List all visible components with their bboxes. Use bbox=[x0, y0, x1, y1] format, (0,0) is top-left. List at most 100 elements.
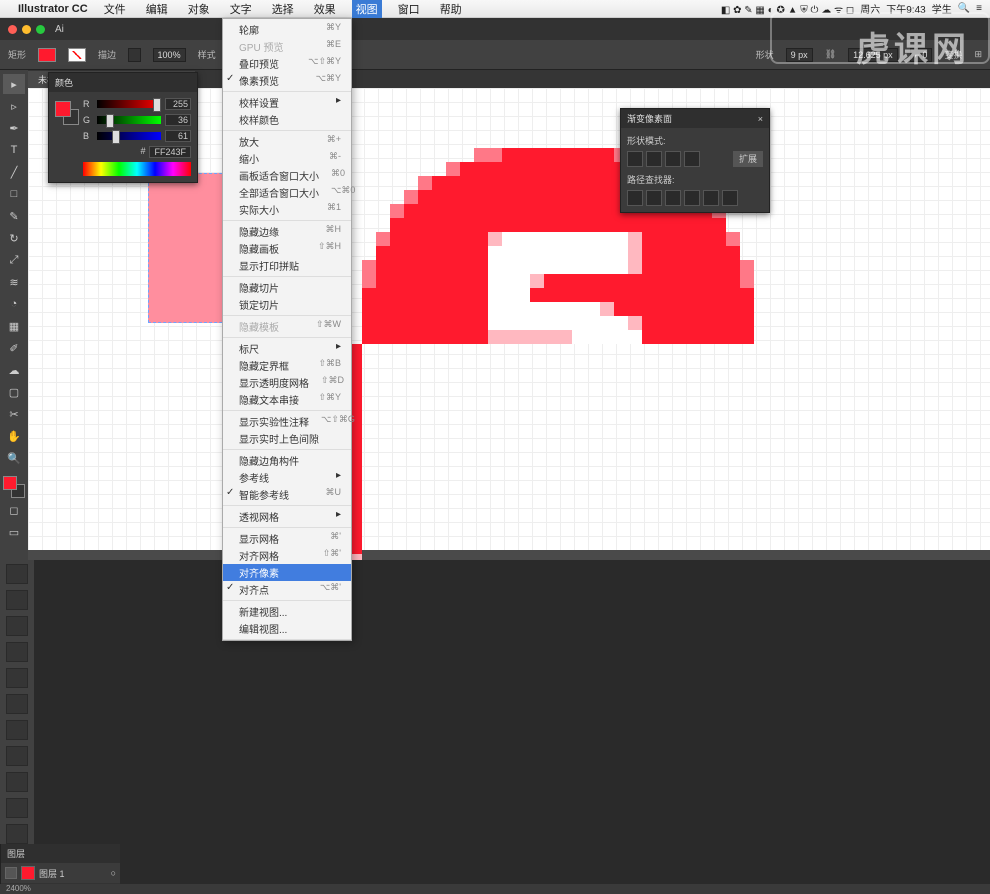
selection-tool[interactable]: ▸ bbox=[3, 74, 25, 94]
expand-button[interactable]: 扩展 bbox=[733, 151, 763, 167]
fill-swatch[interactable] bbox=[38, 48, 56, 62]
layer-row[interactable]: 图层 1 ○ bbox=[1, 863, 120, 884]
b-slider[interactable] bbox=[97, 132, 161, 140]
screen-mode-icon[interactable]: ▭ bbox=[3, 522, 25, 542]
draw-mode-icon[interactable]: ◻ bbox=[3, 500, 25, 520]
zoom-button[interactable] bbox=[36, 25, 45, 34]
menu-item[interactable]: 校样颜色 bbox=[223, 111, 351, 128]
zoom-level[interactable]: 2400% bbox=[6, 884, 31, 893]
link-icon[interactable]: ⛓ bbox=[825, 49, 836, 60]
intersect-icon[interactable] bbox=[665, 151, 681, 167]
menu-help[interactable]: 帮助 bbox=[436, 0, 466, 18]
color-panel[interactable]: 颜色 R255 G36 B61 #FF243F bbox=[48, 72, 198, 183]
menu-icon[interactable]: ≡ bbox=[976, 3, 982, 14]
r-slider[interactable] bbox=[97, 100, 161, 108]
rotate-tool[interactable]: ↻ bbox=[3, 228, 25, 248]
menu-item[interactable]: 智能参考线⌘U bbox=[223, 486, 351, 503]
menu-edit[interactable]: 编辑 bbox=[142, 0, 172, 18]
menu-item[interactable]: 校样设置 bbox=[223, 94, 351, 111]
menu-window[interactable]: 窗口 bbox=[394, 0, 424, 18]
menu-item[interactable]: 隐藏切片 bbox=[223, 279, 351, 296]
menu-item[interactable]: 显示打印拼贴 bbox=[223, 257, 351, 274]
menu-item[interactable]: 画板适合窗口大小⌘0 bbox=[223, 167, 351, 184]
dock-gradient-icon[interactable] bbox=[6, 694, 28, 714]
pen-tool[interactable]: ✒ bbox=[3, 118, 25, 138]
g-slider[interactable] bbox=[97, 116, 161, 124]
scale-tool[interactable]: ⤢ bbox=[3, 250, 25, 270]
menu-item[interactable]: 放大⌘+ bbox=[223, 133, 351, 150]
menu-item[interactable]: 轮廓⌘Y bbox=[223, 21, 351, 38]
width-field[interactable]: 9 px bbox=[786, 48, 813, 62]
rectangle-tool[interactable]: □ bbox=[3, 184, 25, 204]
menu-item[interactable]: 参考线 bbox=[223, 469, 351, 486]
gradient-tool[interactable]: ▦ bbox=[3, 316, 25, 336]
r-value[interactable]: 255 bbox=[165, 98, 191, 110]
spectrum-bar[interactable] bbox=[83, 162, 191, 176]
menu-item[interactable]: 对齐网格⇧⌘' bbox=[223, 547, 351, 564]
minimize-button[interactable] bbox=[22, 25, 31, 34]
stroke-swatch[interactable] bbox=[68, 48, 86, 62]
symbol-tool[interactable]: ☁ bbox=[3, 360, 25, 380]
minus-front-icon[interactable] bbox=[646, 151, 662, 167]
menu-item[interactable]: 隐藏画板⇧⌘H bbox=[223, 240, 351, 257]
menu-item[interactable]: 隐藏文本串接⇧⌘Y bbox=[223, 391, 351, 408]
outline-icon[interactable] bbox=[703, 190, 719, 206]
app-name[interactable]: Illustrator CC bbox=[18, 3, 88, 15]
dock-stroke-icon[interactable] bbox=[6, 668, 28, 688]
menu-object[interactable]: 对象 bbox=[184, 0, 214, 18]
layer-name[interactable]: 图层 1 bbox=[39, 867, 65, 880]
transform-label[interactable]: 变换 bbox=[944, 48, 962, 61]
width-tool[interactable]: ≋ bbox=[3, 272, 25, 292]
menu-item[interactable]: 显示实验性注释⌥⇧⌘G bbox=[223, 413, 351, 430]
menu-item[interactable]: 对齐点⌥⌘' bbox=[223, 581, 351, 598]
menu-select[interactable]: 选择 bbox=[268, 0, 298, 18]
zoom-tool[interactable]: 🔍 bbox=[3, 448, 25, 468]
minus-back-icon[interactable] bbox=[722, 190, 738, 206]
hex-value[interactable]: FF243F bbox=[149, 146, 191, 158]
divide-icon[interactable] bbox=[627, 190, 643, 206]
b-value[interactable]: 61 bbox=[165, 130, 191, 142]
panel-swatches[interactable] bbox=[55, 101, 79, 125]
opacity-field[interactable]: 100% bbox=[153, 48, 186, 62]
menu-type[interactable]: 文字 bbox=[226, 0, 256, 18]
dock-color-icon[interactable] bbox=[6, 564, 28, 584]
type-tool[interactable]: T bbox=[3, 140, 25, 160]
height-field[interactable]: 12.625 px bbox=[848, 48, 898, 62]
stroke-weight-field[interactable] bbox=[128, 48, 141, 62]
crop-icon[interactable] bbox=[684, 190, 700, 206]
target-icon[interactable]: ○ bbox=[111, 868, 116, 878]
menu-item[interactable]: 隐藏边角构件 bbox=[223, 452, 351, 469]
dock-appearance-icon[interactable] bbox=[6, 746, 28, 766]
merge-icon[interactable] bbox=[665, 190, 681, 206]
slice-tool[interactable]: ✂ bbox=[3, 404, 25, 424]
menu-item[interactable]: 全部适合窗口大小⌥⌘0 bbox=[223, 184, 351, 201]
line-tool[interactable]: ╱ bbox=[3, 162, 25, 182]
corner-field[interactable]: ⌐ 0 bbox=[910, 48, 933, 62]
menu-item[interactable]: 显示透明度网格⇧⌘D bbox=[223, 374, 351, 391]
direct-selection-tool[interactable]: ▹ bbox=[3, 96, 25, 116]
menu-item[interactable]: 隐藏边缘⌘H bbox=[223, 223, 351, 240]
dock-symbols-icon[interactable] bbox=[6, 642, 28, 662]
menu-item[interactable]: 叠印预览⌥⇧⌘Y bbox=[223, 55, 351, 72]
menu-item[interactable]: 对齐像素 bbox=[223, 564, 351, 581]
align-icon[interactable]: ⊞ bbox=[974, 49, 982, 60]
exclude-icon[interactable] bbox=[684, 151, 700, 167]
shape-builder-tool[interactable]: ◔ bbox=[3, 294, 25, 314]
brush-tool[interactable]: ✎ bbox=[3, 206, 25, 226]
menu-item[interactable]: 显示实时上色间隙 bbox=[223, 430, 351, 447]
dock-brushes-icon[interactable] bbox=[6, 616, 28, 636]
dock-swatches-icon[interactable] bbox=[6, 590, 28, 610]
dock-transparency-icon[interactable] bbox=[6, 720, 28, 740]
close-button[interactable] bbox=[8, 25, 17, 34]
pathfinder-panel[interactable]: 渐变像素面× 形状模式: 扩展 路径查找器: bbox=[620, 108, 770, 213]
trim-icon[interactable] bbox=[646, 190, 662, 206]
menu-item[interactable]: 实际大小⌘1 bbox=[223, 201, 351, 218]
hand-tool[interactable]: ✋ bbox=[3, 426, 25, 446]
menu-item[interactable]: 新建视图... bbox=[223, 603, 351, 620]
dock-layers-icon[interactable] bbox=[6, 798, 28, 818]
menu-item[interactable]: 锁定切片 bbox=[223, 296, 351, 313]
artboard-tool[interactable]: ▢ bbox=[3, 382, 25, 402]
g-value[interactable]: 36 bbox=[165, 114, 191, 126]
menu-view[interactable]: 视图 bbox=[352, 0, 382, 18]
menu-item[interactable]: 编辑视图... bbox=[223, 620, 351, 637]
